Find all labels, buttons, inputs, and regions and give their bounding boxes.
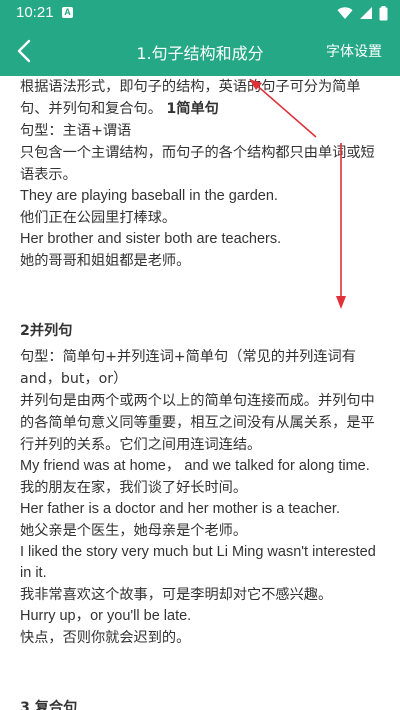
compound-example-4-en: Hurry up，or you'll be late.: [20, 608, 192, 624]
simple-example-2-en: Her brother and sister both are teachers…: [20, 231, 282, 247]
compound-description: 并列句是由两个或两个以上的简单句连接而成。并列句中的各简单句意义同等重要，相互之…: [20, 393, 375, 453]
compound-example-1-en: My friend was at home， and we talked for…: [20, 458, 370, 474]
status-bar: 10:21 A: [0, 0, 400, 26]
simple-example-2-zh: 她的哥哥和姐姐都是老师。: [20, 253, 191, 269]
section-heading-complex: 3 复合句: [20, 700, 78, 710]
notification-icon: A: [62, 7, 73, 18]
section-heading-simple: 1简单句: [166, 101, 219, 117]
toolbar: 1.句子结构和成分 字体设置: [0, 26, 400, 76]
status-time: 10:21: [16, 4, 54, 21]
simple-example-1-zh: 他们正在公园里打棒球。: [20, 210, 177, 226]
compound-example-4-zh: 快点，否则你就会迟到的。: [20, 630, 191, 646]
signal-icon: [360, 7, 372, 19]
intro-paragraph: 根据语法形式，即句子的结构，英语的句子可分为简单句、并列句和复合句。 1简单句: [20, 76, 386, 120]
compound-example-2-en: Her father is a doctor and her mother is…: [20, 501, 340, 517]
compound-example-2-zh: 她父亲是个医生，她母亲是个老师。: [20, 523, 248, 539]
status-icons: [337, 5, 388, 21]
font-settings-button[interactable]: 字体设置: [326, 41, 382, 61]
simple-pattern: 句型：主语+谓语: [20, 123, 132, 139]
simple-description: 只包含一个主谓结构，而句子的各个结构都只由单词或短语表示。: [20, 145, 375, 183]
battery-icon: [379, 5, 388, 20]
article-content[interactable]: 根据语法形式，即句子的结构，英语的句子可分为简单句、并列句和复合句。 1简单句 …: [20, 76, 386, 710]
page-title: 1.句子结构和成分: [136, 44, 264, 63]
compound-example-3-zh: 我非常喜欢这个故事，可是李明却对它不感兴趣。: [20, 587, 333, 603]
compound-pattern: 句型：简单句+并列连词+简单句（常见的并列连词有and，but，or）: [20, 349, 356, 387]
simple-example-1-en: They are playing baseball in the garden.: [20, 188, 278, 204]
wifi-icon: [337, 7, 353, 19]
back-button[interactable]: [8, 34, 42, 68]
compound-example-3-en: I liked the story very much but Li Ming …: [20, 544, 376, 581]
chevron-left-icon: [17, 39, 31, 63]
section-heading-compound: 2并列句: [20, 323, 73, 339]
compound-example-1-zh: 我的朋友在家，我们谈了好长时间。: [20, 480, 248, 496]
